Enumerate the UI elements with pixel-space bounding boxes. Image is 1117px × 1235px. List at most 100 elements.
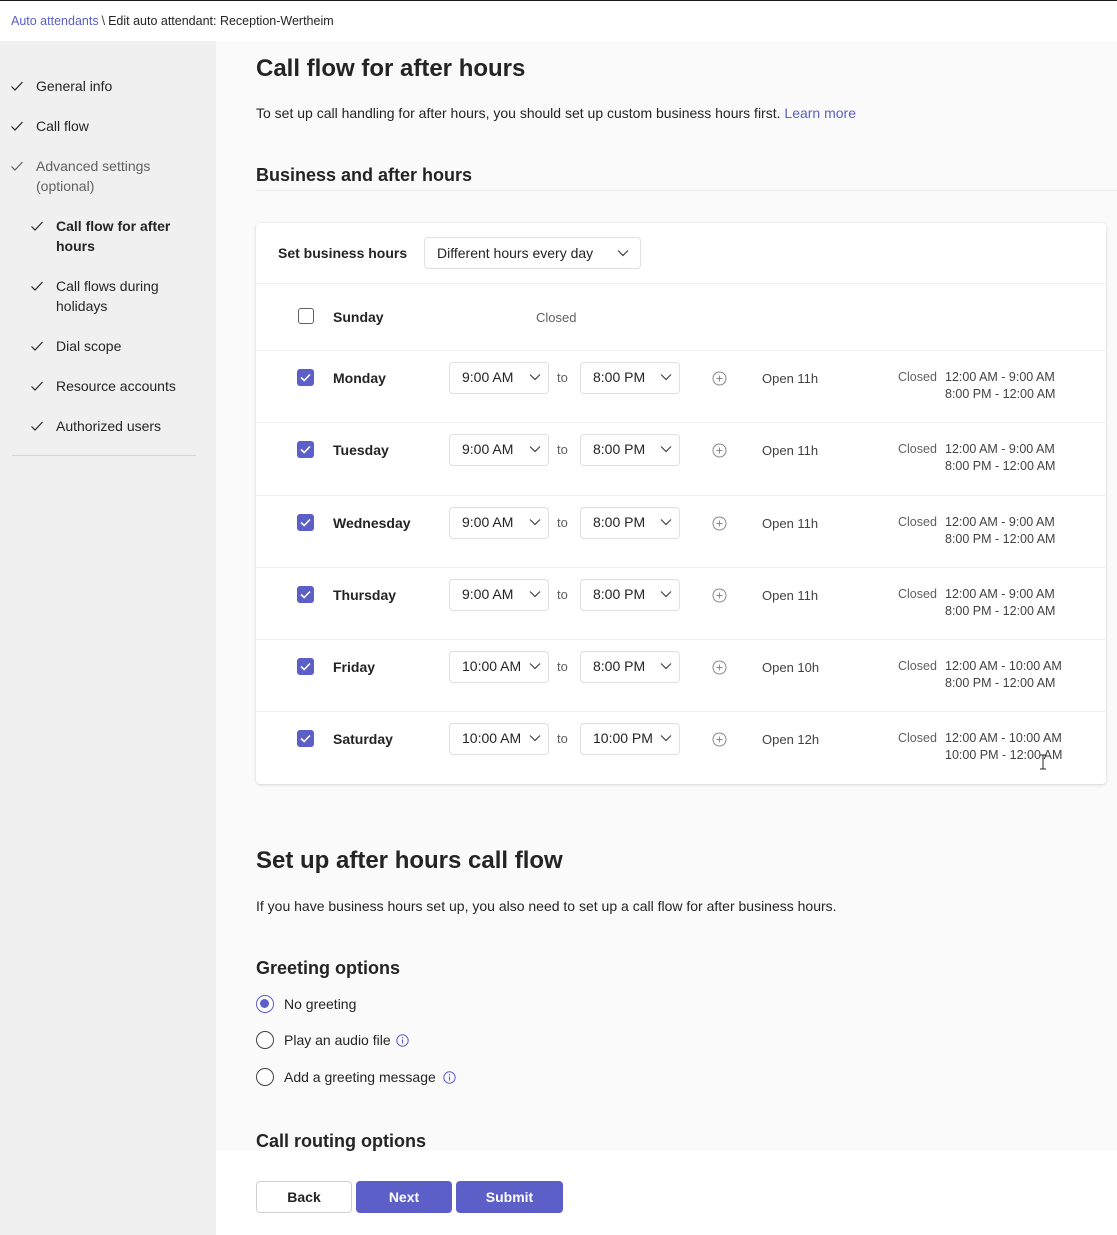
- sidebar-item-label: Call flow: [36, 118, 89, 134]
- chevron-down-icon: [528, 587, 542, 601]
- day-checkbox[interactable]: [298, 308, 314, 324]
- to-label: to: [557, 515, 568, 530]
- checkmark-icon: [30, 336, 44, 356]
- sidebar-item-label: Resource accounts: [56, 378, 176, 394]
- business-hours-heading: Business and after hours: [256, 165, 473, 185]
- add-time-range-icon[interactable]: [712, 371, 727, 386]
- closed-label: Closed: [898, 659, 937, 673]
- sidebar-item-label: Call flows during holidays: [56, 278, 159, 314]
- start-time-select[interactable]: 9:00 AM: [449, 507, 549, 539]
- checkmark-icon: [10, 116, 24, 136]
- start-time-value: 9:00 AM: [462, 441, 514, 457]
- day-name: Saturday: [333, 731, 393, 747]
- closed-range: 12:00 AM - 9:00 AM: [945, 587, 1055, 601]
- end-time-select[interactable]: 8:00 PM: [580, 434, 680, 466]
- checkmark-icon: [10, 76, 24, 96]
- day-row-saturday: Saturday 10:00 AM to 10:00 PM Open 12h C…: [256, 712, 1106, 784]
- add-time-range-icon[interactable]: [712, 660, 727, 675]
- start-time-select[interactable]: 10:00 AM: [449, 723, 549, 755]
- day-row-tuesday: Tuesday 9:00 AM to 8:00 PM Open 11h Clos…: [256, 423, 1106, 496]
- back-button[interactable]: Back: [256, 1181, 352, 1213]
- day-checkbox[interactable]: [297, 730, 314, 747]
- radio-play-audio-file[interactable]: Play an audio file: [256, 1031, 409, 1049]
- radio-no-greeting[interactable]: No greeting: [256, 995, 356, 1013]
- set-business-hours-label: Set business hours: [278, 245, 408, 261]
- closed-ranges: 12:00 AM - 9:00 AM 8:00 PM - 12:00 AM: [945, 514, 1055, 548]
- text-cursor-icon: [1040, 754, 1046, 770]
- closed-label: Closed: [898, 515, 937, 529]
- end-time-value: 8:00 PM: [593, 369, 646, 385]
- learn-more-link[interactable]: Learn more: [784, 105, 856, 121]
- start-time-select[interactable]: 10:00 AM: [449, 651, 549, 683]
- radio-label: Play an audio file: [284, 1032, 391, 1048]
- day-checkbox[interactable]: [297, 658, 314, 675]
- day-row-wednesday: Wednesday 9:00 AM to 8:00 PM Open 11h Cl…: [256, 496, 1106, 568]
- radio-label: Add a greeting message: [284, 1069, 436, 1085]
- day-checkbox[interactable]: [297, 514, 314, 531]
- end-time-select[interactable]: 8:00 PM: [580, 651, 680, 683]
- dropdown-value: Different hours every day: [437, 245, 594, 261]
- closed-label: Closed: [898, 442, 937, 456]
- sidebar-item-general-info[interactable]: General info: [10, 76, 166, 96]
- sidebar-item-call-flows-holidays[interactable]: Call flows during holidays: [30, 276, 176, 316]
- breadcrumb-separator: \: [101, 14, 106, 28]
- breadcrumb-link-auto-attendants[interactable]: Auto attendants: [11, 14, 99, 28]
- start-time-value: 9:00 AM: [462, 369, 514, 385]
- sidebar-item-authorized-users[interactable]: Authorized users: [30, 416, 186, 436]
- add-time-range-icon[interactable]: [712, 588, 727, 603]
- end-time-select[interactable]: 8:00 PM: [580, 507, 680, 539]
- add-time-range-icon[interactable]: [712, 443, 727, 458]
- closed-ranges: 12:00 AM - 9:00 AM 8:00 PM - 12:00 AM: [945, 441, 1055, 475]
- to-label: to: [557, 659, 568, 674]
- section-divider: [256, 190, 1117, 191]
- end-time-select[interactable]: 8:00 PM: [580, 579, 680, 611]
- day-checkbox[interactable]: [297, 369, 314, 386]
- intro-sentence: To set up call handling for after hours,…: [256, 105, 781, 121]
- day-name: Friday: [333, 659, 376, 675]
- chevron-down-icon: [659, 587, 673, 601]
- radio-add-greeting-message[interactable]: Add a greeting message: [256, 1068, 456, 1086]
- end-time-select[interactable]: 10:00 PM: [580, 723, 680, 755]
- closed-range: 12:00 AM - 10:00 AM: [945, 659, 1062, 673]
- start-time-select[interactable]: 9:00 AM: [449, 362, 549, 394]
- open-duration: Open 11h: [762, 443, 819, 458]
- start-time-select[interactable]: 9:00 AM: [449, 579, 549, 611]
- sidebar-item-call-flow[interactable]: Call flow: [10, 116, 166, 136]
- sidebar-nav: General info Call flow Advanced settings…: [0, 41, 216, 1235]
- sidebar-divider: [12, 455, 196, 456]
- sidebar-item-advanced-settings[interactable]: Advanced settings (optional): [10, 156, 166, 196]
- day-name: Wednesday: [333, 515, 411, 531]
- end-time-value: 8:00 PM: [593, 441, 646, 457]
- day-row-monday: Monday 9:00 AM to 8:00 PM Open 11h Close…: [256, 351, 1106, 423]
- business-hours-mode-dropdown[interactable]: Different hours every day: [424, 237, 641, 269]
- sidebar-item-label: Authorized users: [56, 418, 162, 434]
- open-duration: Open 11h: [762, 588, 819, 603]
- sidebar-item-label: General info: [36, 78, 113, 94]
- day-name: Sunday: [333, 309, 384, 325]
- end-time-value: 10:00 PM: [593, 730, 653, 746]
- submit-button[interactable]: Submit: [456, 1181, 563, 1213]
- add-time-range-icon[interactable]: [712, 516, 727, 531]
- sidebar-item-dial-scope[interactable]: Dial scope: [30, 336, 186, 356]
- radio-selected: [256, 995, 274, 1013]
- info-icon[interactable]: [395, 1033, 409, 1047]
- info-icon[interactable]: [443, 1070, 456, 1084]
- day-checkbox[interactable]: [297, 441, 314, 458]
- add-time-range-icon[interactable]: [712, 732, 727, 747]
- start-time-select[interactable]: 9:00 AM: [449, 434, 549, 466]
- radio-unselected: [256, 1068, 274, 1086]
- next-button[interactable]: Next: [356, 1181, 452, 1213]
- sidebar-item-call-flow-after-hours[interactable]: Call flow for after hours: [30, 216, 176, 256]
- checkmark-icon: [10, 156, 24, 176]
- checkmark-icon: [30, 416, 44, 436]
- sidebar-item-resource-accounts[interactable]: Resource accounts: [30, 376, 186, 396]
- closed-label: Closed: [898, 587, 937, 601]
- closed-range: 12:00 AM - 9:00 AM: [945, 515, 1055, 529]
- end-time-select[interactable]: 8:00 PM: [580, 362, 680, 394]
- day-checkbox[interactable]: [297, 586, 314, 603]
- closed-range: 12:00 AM - 9:00 AM: [945, 442, 1055, 456]
- open-duration: Open 11h: [762, 371, 819, 386]
- sidebar-item-label: Call flow for after hours: [56, 218, 171, 254]
- day-name: Tuesday: [333, 442, 389, 458]
- closed-ranges: 12:00 AM - 10:00 AM 8:00 PM - 12:00 AM: [945, 658, 1062, 692]
